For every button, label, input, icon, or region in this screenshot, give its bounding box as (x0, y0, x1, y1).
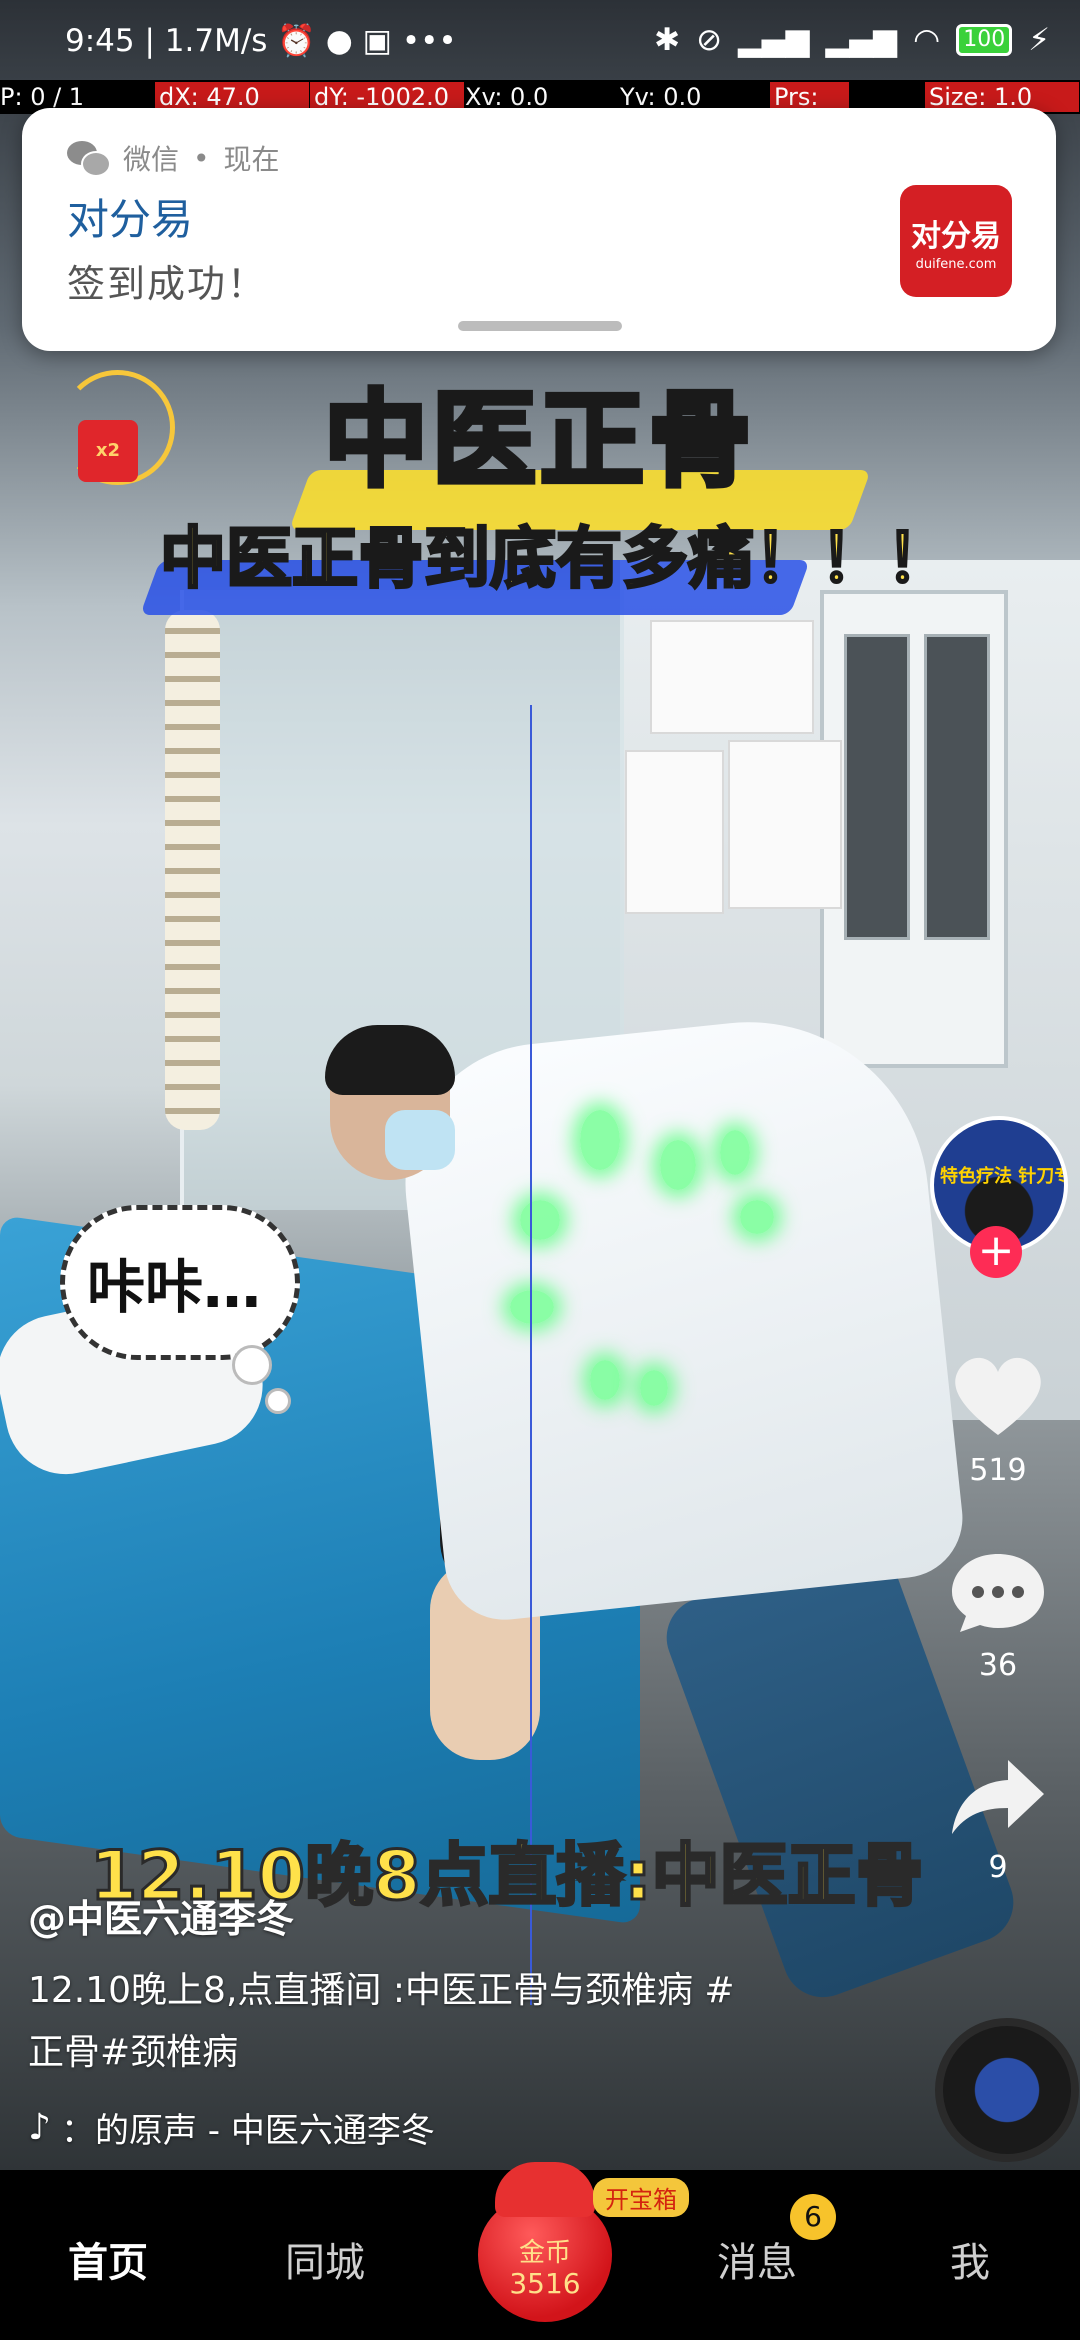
messages-badge: 6 (790, 2194, 836, 2240)
notification-drag-handle[interactable] (458, 321, 622, 331)
notification-source: 微信 • 现在 (67, 138, 280, 178)
like-heart-icon[interactable] (948, 1350, 1048, 1440)
music-disc-icon[interactable] (935, 2018, 1079, 2162)
signal-icon: ▂▄▆ (825, 22, 898, 58)
sound-bubble-text: 咔咔… (87, 1253, 262, 1321)
share-arrow-icon[interactable] (948, 1752, 1048, 1842)
tab-messages[interactable]: 消息 (717, 2230, 797, 2288)
wechat-icon: ● (325, 23, 353, 59)
author-handle[interactable]: @中医六通李冬 (28, 1888, 294, 1943)
status-right: ✱ ⊘ ▂▄▆ ▂▄▆ ◠ 100 ⚡ (654, 22, 1050, 58)
description-line[interactable]: 正骨#颈椎病 (28, 2022, 808, 2084)
avatar-text: 特色疗法 针刀专 (940, 1166, 1068, 1187)
video-description: 12.10晚上8,点直播间 :中医正骨与颈椎病 # 正骨#颈椎病 (28, 1960, 808, 2084)
notification-title: 对分易 (67, 195, 194, 244)
video-subtitle: 中医正骨到底有多痛！！！ (159, 519, 954, 599)
bubble-dot (265, 1388, 291, 1414)
dnd-icon: ⊘ (696, 22, 723, 58)
bluetooth-icon: ✱ (654, 22, 681, 58)
logo-url: duifene.com (915, 257, 997, 272)
signal-icon: ▂▄▆ (738, 22, 810, 58)
coin-label: 金币 (518, 2238, 571, 2268)
video-poster (728, 740, 842, 909)
sound-bubble: 咔咔… (60, 1205, 300, 1360)
notification-time: 现在 (223, 143, 280, 176)
duifenyi-logo: 对分易 duifene.com (900, 185, 1012, 297)
coin-amount: 3516 (509, 2267, 581, 2300)
status-left: 9:45 | 1.7M/s ⏰ ● ▣ ••• (65, 22, 457, 59)
open-chest-badge[interactable]: 开宝箱 (593, 2178, 689, 2217)
coin-bag-button[interactable]: 金币 3516 (470, 2152, 620, 2327)
description-line: 12.10晚上8,点直播间 :中医正骨与颈椎病 # (28, 1970, 735, 2011)
tab-local[interactable]: 同城 (285, 2230, 365, 2288)
red-packet-icon[interactable]: x2 (78, 420, 138, 482)
glow-effect (640, 1370, 668, 1406)
music-ticker[interactable]: ♪ ：的原声 - 中医六通李冬 (28, 2103, 435, 2152)
coin-bag-top (495, 2162, 595, 2217)
more-icon: ••• (401, 23, 457, 59)
glow-effect (660, 1140, 696, 1190)
video-doctor-coat (391, 1004, 969, 1626)
notification-dot: • (193, 141, 210, 175)
like-count: 519 (969, 1453, 1027, 1488)
wechat-icon (67, 141, 111, 177)
tab-home[interactable]: 首页 (68, 2230, 148, 2288)
glow-effect (520, 1200, 560, 1240)
music-title: ：的原声 - 中医六通李冬 (60, 2111, 435, 2151)
alarm-icon: ⏰ (277, 23, 316, 59)
touch-trace-line (530, 705, 532, 2005)
notification-card[interactable]: 微信 • 现在 对分易 签到成功！ 对分易 duifene.com (22, 108, 1056, 351)
glow-effect (590, 1360, 620, 1400)
wifi-icon: ◠ (913, 22, 941, 58)
video-poster (650, 620, 814, 734)
logo-text: 对分易 (911, 219, 1001, 254)
charging-icon: ⚡ (1028, 22, 1050, 58)
video-poster (625, 750, 724, 914)
comment-count: 36 (978, 1648, 1018, 1683)
follow-button[interactable]: + (970, 1226, 1022, 1278)
comment-icon[interactable] (948, 1548, 1048, 1636)
battery-indicator: 100 (956, 24, 1013, 56)
share-count: 9 (988, 1850, 1008, 1885)
glow-effect (740, 1200, 774, 1234)
message-icon: ▣ (362, 23, 392, 59)
glow-effect (720, 1130, 750, 1175)
notification-app: 微信 (123, 143, 180, 176)
notification-body: 签到成功！ (67, 262, 268, 306)
status-bar: 9:45 | 1.7M/s ⏰ ● ▣ ••• ✱ ⊘ ▂▄▆ ▂▄▆ ◠ 10… (0, 0, 1080, 82)
glow-effect (580, 1110, 620, 1170)
video-doctor-mask (385, 1110, 455, 1170)
tab-me[interactable]: 我 (950, 2230, 990, 2288)
tiktok-note-icon: ♪ (28, 2107, 51, 2148)
video-spine-model (165, 610, 220, 1130)
status-time: 9:45 | 1.7M/s (65, 23, 268, 59)
glow-effect (510, 1290, 554, 1324)
video-cabinet (820, 590, 1008, 1068)
bubble-dot (232, 1345, 272, 1385)
